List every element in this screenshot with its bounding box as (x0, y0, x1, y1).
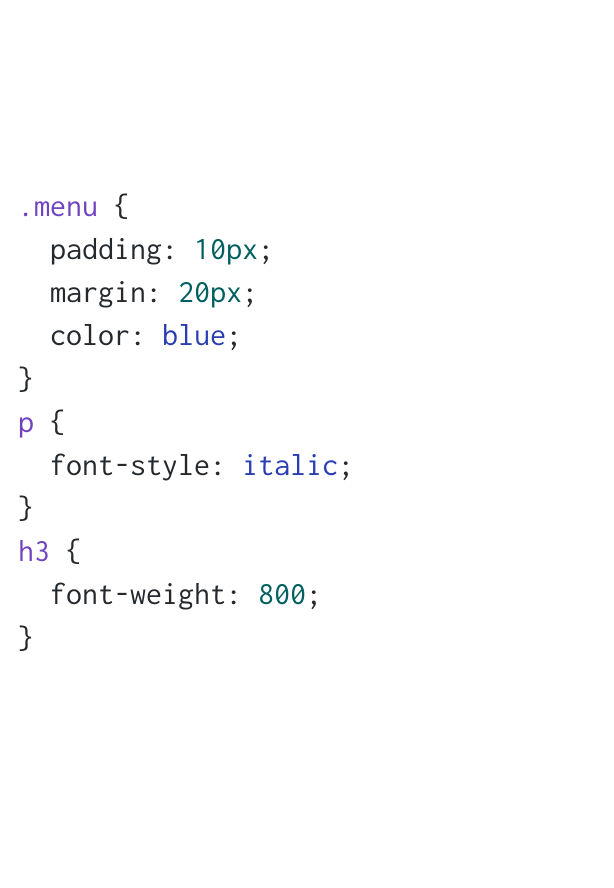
colon: : (210, 449, 226, 482)
css-value: 10px (194, 233, 258, 266)
brace-close: } (18, 492, 34, 525)
css-value: italic (242, 449, 338, 482)
css-selector: .menu (18, 190, 98, 223)
brace-close: } (18, 363, 34, 396)
semicolon: ; (338, 449, 354, 482)
colon: : (226, 578, 242, 611)
brace-open: { (66, 535, 82, 568)
brace-close: } (18, 622, 34, 655)
semicolon: ; (226, 319, 242, 352)
colon: : (162, 233, 178, 266)
css-property: font-weight (50, 578, 226, 611)
colon: : (146, 276, 162, 309)
css-selector: h3 (18, 535, 50, 568)
brace-open: { (50, 406, 66, 439)
css-value: 20px (178, 276, 242, 309)
css-code-block: .menu { padding: 10px; margin: 20px; col… (18, 185, 596, 660)
semicolon: ; (242, 276, 258, 309)
semicolon: ; (306, 578, 322, 611)
css-value: 800 (258, 578, 306, 611)
css-value: blue (162, 319, 226, 352)
colon: : (130, 319, 146, 352)
semicolon: ; (258, 233, 274, 266)
css-property: padding (50, 233, 162, 266)
css-property: color (50, 319, 130, 352)
css-property: margin (50, 276, 146, 309)
css-selector: p (18, 406, 34, 439)
css-property: font-style (50, 449, 210, 482)
brace-open: { (114, 190, 130, 223)
